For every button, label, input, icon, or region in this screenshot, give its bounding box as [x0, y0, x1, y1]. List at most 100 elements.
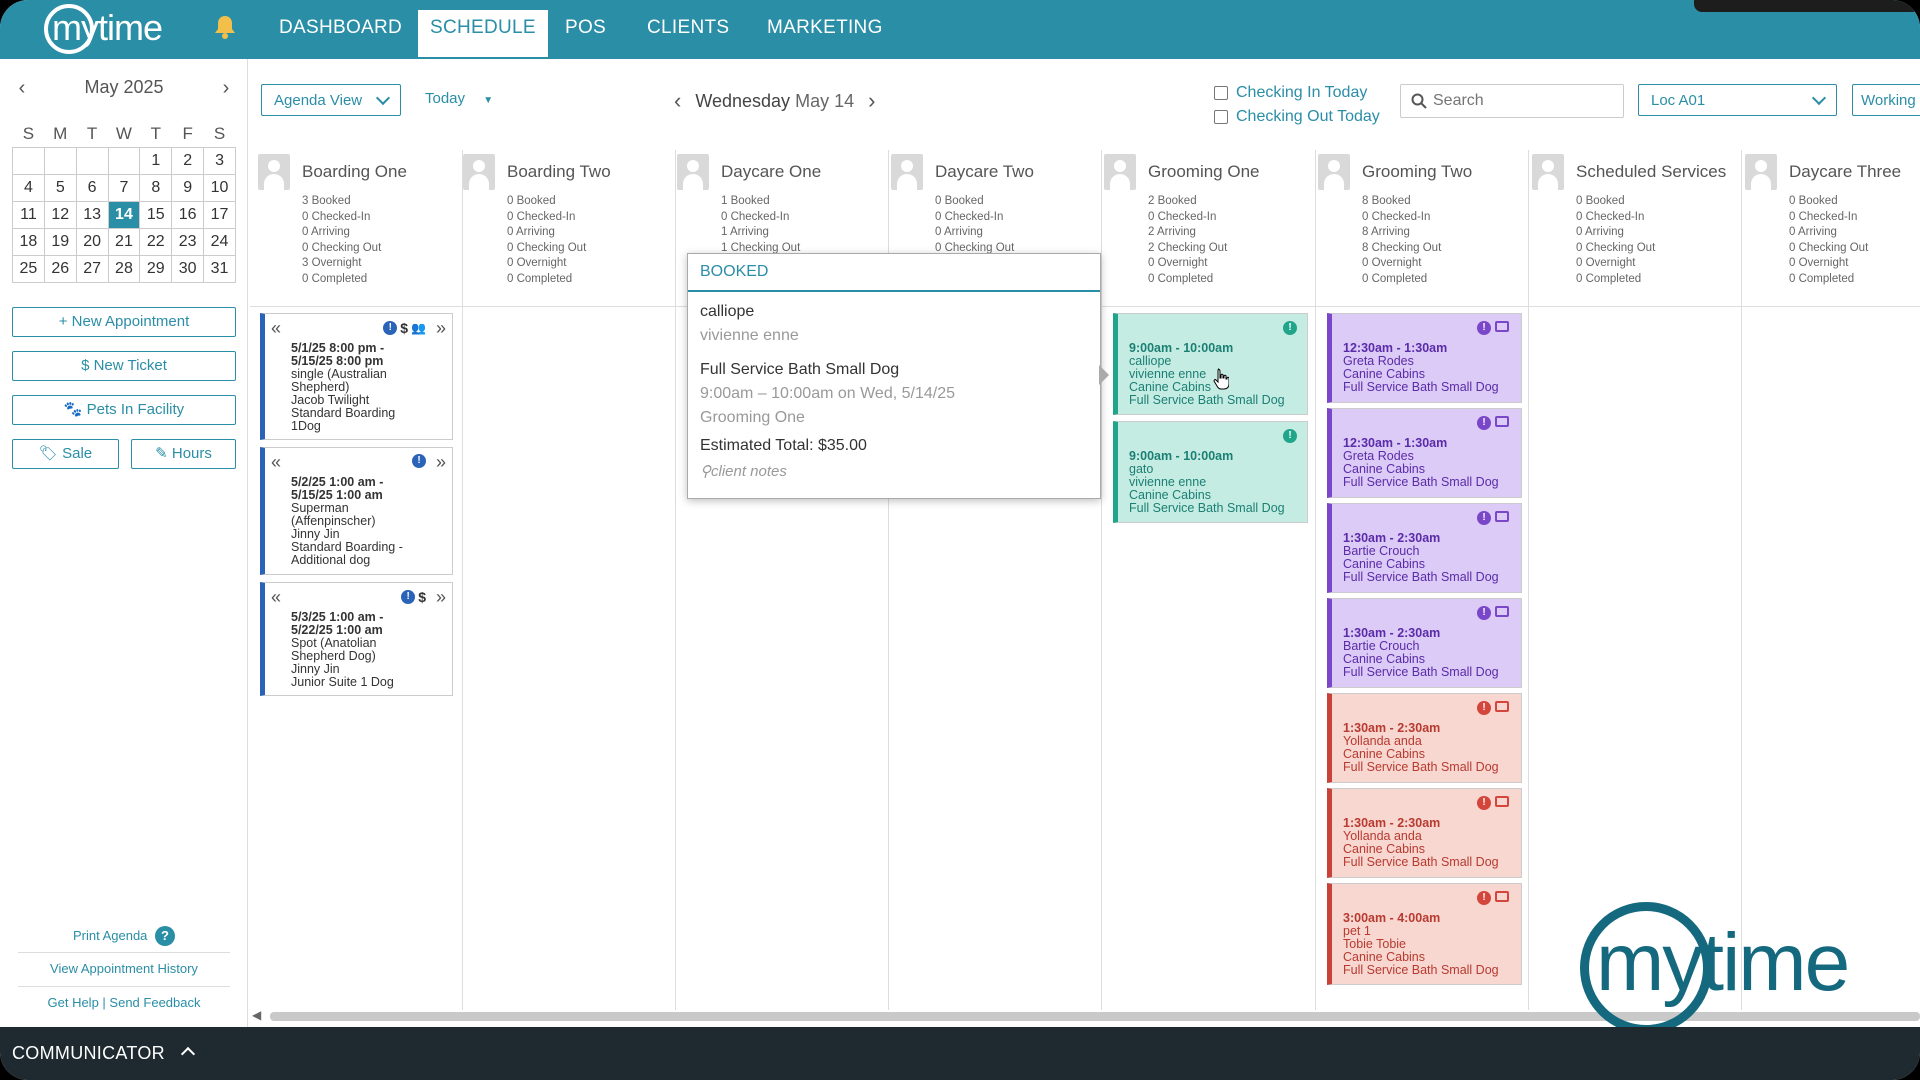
hours-button[interactable]: ✎ Hours — [131, 439, 236, 469]
new-appointment-button[interactable]: + New Appointment — [12, 307, 236, 337]
calendar-day[interactable]: 8 — [139, 173, 173, 202]
calendar-day[interactable]: 3 — [203, 146, 236, 175]
bell-icon[interactable] — [214, 14, 236, 40]
calendar-day[interactable]: 4 — [12, 173, 45, 202]
working-button[interactable]: Working — [1852, 84, 1920, 116]
appointment-popover[interactable]: BOOKED calliope vivienne enne Full Servi… — [687, 253, 1101, 499]
calendar-day[interactable]: 5 — [43, 173, 77, 202]
resource-header[interactable]: Grooming Two 8 Booked 0 Checked-In 8 Arrivi… — [1318, 154, 1518, 294]
print-agenda-link[interactable]: Print Agenda ? — [10, 926, 238, 946]
info-icon[interactable]: ! — [1283, 321, 1297, 335]
info-icon[interactable]: ! — [1477, 701, 1491, 715]
scroll-left-icon[interactable]: ◀ — [252, 1008, 261, 1022]
popover-owner[interactable]: vivienne enne — [700, 324, 955, 348]
info-icon[interactable]: ! — [401, 590, 416, 604]
calendar-day[interactable]: 19 — [43, 227, 77, 256]
calendar-day[interactable]: 31 — [203, 254, 236, 283]
boarding-appointment-card[interactable]: « »! 5/2/25 1:00 am -5/15/25 1:00 am Superm… — [260, 447, 453, 575]
view-history-link[interactable]: View Appointment History — [10, 961, 238, 976]
double-chevron-right-icon[interactable]: » — [436, 452, 446, 473]
info-icon[interactable]: ! — [1283, 429, 1297, 443]
chevron-up-icon[interactable] — [180, 1046, 196, 1062]
boarding-appointment-card[interactable]: «»! $5/3/25 1:00 am -5/22/25 1:00 am Spot … — [260, 582, 453, 696]
nav-pos[interactable]: POS — [565, 0, 606, 56]
resource-header[interactable]: Grooming One 2 Booked 0 Checked-In 2 Arrivi… — [1104, 154, 1304, 294]
search-input[interactable] — [1433, 92, 1613, 110]
nav-clients[interactable]: CLIENTS — [647, 0, 729, 56]
calendar-day[interactable]: 17 — [203, 200, 236, 229]
double-chevron-left-icon[interactable]: « — [271, 587, 281, 608]
view-select[interactable]: Agenda View — [261, 84, 401, 116]
nav-marketing[interactable]: MARKETING — [767, 0, 883, 56]
calendar-day[interactable]: 14 — [107, 200, 141, 229]
grooming-appointment-card[interactable]: ! 12:30am - 1:30am Greta Rodes Canine Cabin… — [1327, 408, 1522, 498]
search-box[interactable] — [1400, 84, 1624, 118]
grooming-appointment-card[interactable]: ! 9:00am - 10:00am calliope vivienne enne Ca… — [1113, 313, 1308, 415]
resource-header[interactable]: Daycare Three 0 Booked 0 Checked-In 0 Arriv… — [1745, 154, 1920, 294]
calendar-day[interactable]: 27 — [75, 254, 109, 283]
new-ticket-button[interactable]: $ New Ticket — [12, 351, 236, 381]
chevron-right-icon[interactable]: › — [216, 77, 236, 100]
location-select[interactable]: Loc A01 — [1638, 84, 1837, 116]
calendar-day[interactable]: 13 — [75, 200, 109, 229]
nav-dashboard[interactable]: DASHBOARD — [279, 0, 402, 56]
calendar-day[interactable]: 12 — [43, 200, 77, 229]
calendar-day[interactable]: 10 — [203, 173, 236, 202]
info-icon[interactable]: ! — [1477, 891, 1491, 905]
grooming-appointment-card[interactable]: ! 1:30am - 2:30am Yollanda anda Canine Cabi… — [1327, 788, 1522, 878]
grooming-appointment-card[interactable]: ! 1:30am - 2:30am Bartie Crouch Canine Cabi… — [1327, 598, 1522, 688]
nav-schedule[interactable]: SCHEDULE — [418, 10, 548, 57]
info-icon[interactable]: ! — [383, 321, 398, 335]
calendar-day[interactable]: 6 — [75, 173, 109, 202]
info-icon[interactable]: ! — [1477, 606, 1491, 620]
grooming-appointment-card[interactable]: ! 9:00am - 10:00am gato vivienne enne Canine… — [1113, 421, 1308, 523]
mytime-logo[interactable]: mytime — [42, 2, 163, 54]
double-chevron-right-icon[interactable]: » — [436, 587, 446, 608]
next-day-icon[interactable]: › — [868, 88, 875, 114]
calendar-day[interactable]: 21 — [107, 227, 141, 256]
boarding-appointment-card[interactable]: «»! $ 👥 5/1/25 8:00 pm -5/15/25 8:00 pm sing… — [260, 313, 453, 440]
checkbox[interactable] — [1214, 110, 1228, 124]
calendar-day[interactable]: 23 — [171, 227, 205, 256]
communicator-bar[interactable]: COMMUNICATOR — [0, 1027, 1920, 1080]
grooming-appointment-card[interactable]: ! 3:00am - 4:00am pet 1 Tobie Tobie Canine C… — [1327, 883, 1522, 985]
calendar-day[interactable]: 29 — [139, 254, 173, 283]
calendar-day[interactable]: 16 — [171, 200, 205, 229]
resource-header[interactable]: Boarding One 3 Booked 0 Checked-In 0 Arrivi… — [258, 154, 458, 294]
calendar-day[interactable]: 1 — [139, 146, 173, 175]
today-dropdown[interactable]: Today ▼ — [425, 90, 493, 107]
calendar-day[interactable]: 2 — [171, 146, 205, 175]
calendar-day[interactable]: 30 — [171, 254, 205, 283]
calendar-day[interactable]: 25 — [12, 254, 45, 283]
resource-header[interactable]: Scheduled Services 0 Booked 0 Checked-In 0 … — [1532, 154, 1732, 294]
double-chevron-left-icon[interactable]: « — [271, 318, 281, 339]
popover-pet[interactable]: calliope — [700, 300, 955, 324]
calendar-day[interactable]: 7 — [107, 173, 141, 202]
resource-header[interactable]: Boarding Two 0 Booked 0 Checked-In 0 Arrivi… — [463, 154, 663, 294]
double-chevron-left-icon[interactable]: « — [271, 452, 281, 473]
info-icon[interactable]: ! — [1477, 796, 1491, 810]
info-icon[interactable]: ! — [1477, 416, 1491, 430]
double-chevron-right-icon[interactable]: » — [436, 318, 446, 339]
calendar-day[interactable]: 24 — [203, 227, 236, 256]
grooming-appointment-card[interactable]: ! 1:30am - 2:30am Yollanda anda Canine Cabi… — [1327, 693, 1522, 783]
prev-day-icon[interactable]: ‹ — [674, 88, 681, 114]
calendar-day[interactable]: 18 — [12, 227, 45, 256]
checking-out-toggle[interactable]: Checking Out Today — [1214, 108, 1380, 126]
calendar-day[interactable]: 11 — [12, 200, 45, 229]
calendar-day[interactable]: 26 — [43, 254, 77, 283]
pets-in-facility-button[interactable]: 🐾 Pets In Facility — [12, 395, 236, 425]
get-help-link[interactable]: Get Help — [48, 995, 99, 1010]
popover-notes[interactable]: ⚲client notes — [700, 460, 955, 484]
info-icon[interactable]: ! — [1477, 511, 1491, 525]
calendar-day[interactable]: 9 — [171, 173, 205, 202]
calendar-day[interactable]: 15 — [139, 200, 173, 229]
grooming-appointment-card[interactable]: ! 12:30am - 1:30am Greta Rodes Canine Cabin… — [1327, 313, 1522, 403]
help-icon[interactable]: ? — [155, 926, 176, 946]
info-icon[interactable]: ! — [1477, 321, 1491, 335]
calendar-day[interactable]: 28 — [107, 254, 141, 283]
calendar-day[interactable]: 20 — [75, 227, 109, 256]
send-feedback-link[interactable]: Send Feedback — [109, 995, 200, 1010]
grooming-appointment-card[interactable]: ! 1:30am - 2:30am Bartie Crouch Canine Cabi… — [1327, 503, 1522, 593]
calendar-day[interactable]: 22 — [139, 227, 173, 256]
